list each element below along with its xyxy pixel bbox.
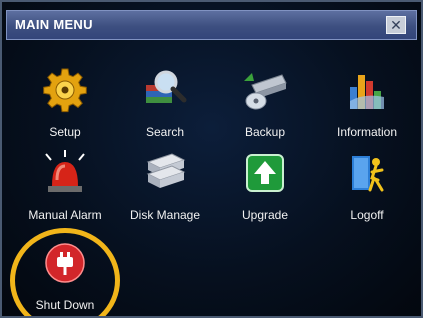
menu-item-backup[interactable]: Backup: [220, 67, 310, 147]
power-plug-icon: [42, 240, 88, 286]
upgrade-arrow-icon: [242, 150, 288, 196]
menu-item-label: Manual Alarm: [28, 208, 102, 222]
logoff-icon: [344, 150, 390, 196]
alarm-siren-icon: [42, 150, 88, 196]
menu-item-label: Search: [145, 125, 185, 139]
menu-item-label: Upgrade: [241, 208, 289, 222]
menu-item-shut-down[interactable]: Shut Down: [20, 240, 110, 316]
menu-item-label: Logoff: [350, 208, 384, 222]
gear-icon: [42, 67, 88, 113]
bar-chart-icon: [344, 67, 390, 113]
menu-item-disk-manage[interactable]: Disk Manage: [120, 150, 210, 230]
menu-item-search[interactable]: Search: [120, 67, 210, 147]
main-menu-window: MAIN MENU ✕ Setup Search Backup Informat…: [0, 0, 423, 318]
menu-item-label: Setup: [49, 125, 81, 139]
menu-item-setup[interactable]: Setup: [20, 67, 110, 147]
menu-item-information[interactable]: Information: [322, 67, 412, 147]
menu-item-logoff[interactable]: Logoff: [322, 150, 412, 230]
search-icon: [142, 67, 188, 113]
menu-item-manual-alarm[interactable]: Manual Alarm: [20, 150, 110, 230]
menu-item-upgrade[interactable]: Upgrade: [220, 150, 310, 230]
menu-grid: Setup Search Backup Information Manual A…: [2, 2, 421, 316]
backup-icon: [242, 67, 288, 113]
hard-disk-icon: [142, 150, 188, 196]
menu-item-label: Disk Manage: [129, 208, 201, 222]
menu-item-label: Shut Down: [35, 298, 95, 312]
menu-item-label: Backup: [244, 125, 286, 139]
menu-item-label: Information: [336, 125, 398, 139]
